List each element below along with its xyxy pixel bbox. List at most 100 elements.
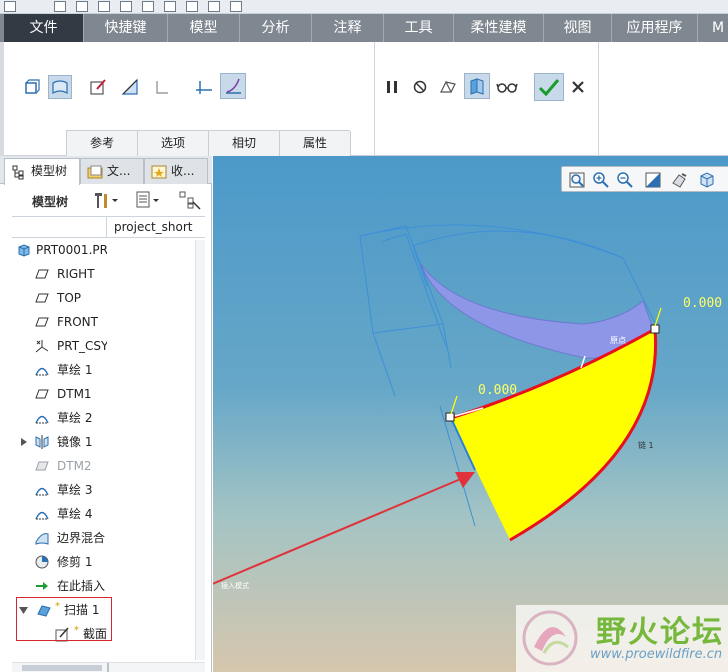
constant-section-icon[interactable] — [192, 75, 216, 99]
open-icon[interactable] — [76, 1, 88, 12]
origin-label: 原点 — [610, 336, 626, 345]
regenerate-icon[interactable] — [164, 1, 176, 12]
close-window-icon[interactable] — [208, 1, 220, 12]
sketch-icon — [35, 487, 49, 496]
tree-item-label: 修剪 1 — [57, 555, 93, 569]
dim-label-right[interactable]: 0.000 — [683, 296, 722, 311]
tree-item-label: DTM2 — [57, 459, 92, 473]
tree-item-mirror-1[interactable]: 镜像 1 — [12, 432, 107, 452]
tree-item-label: PRT_CSYS_DEF — [57, 339, 107, 353]
sweep-section-fill — [451, 329, 656, 540]
tab-tools[interactable]: 工具 — [384, 14, 454, 42]
tab-analysis[interactable]: 分析 — [240, 14, 312, 42]
tree-item-sketch-1[interactable]: 草绘 1 — [12, 360, 107, 380]
tab-view[interactable]: 视图 — [544, 14, 612, 42]
sketch-icon — [35, 367, 49, 376]
ribbon-tab-bar: 文件 快捷键 模型 分析 注释 工具 柔性建模 视图 应用程序 M — [0, 14, 728, 42]
tree-item-top[interactable]: TOP — [12, 288, 107, 308]
watermark-url: www.proewildfire.cn — [590, 647, 723, 662]
no-preview-icon[interactable] — [408, 75, 432, 99]
thicken-icon[interactable] — [150, 75, 174, 99]
new-icon[interactable] — [54, 1, 66, 12]
tab-shortcuts[interactable]: 快捷键 — [84, 14, 168, 42]
tab-model-tree[interactable]: 模型树 — [4, 158, 80, 185]
model-tree-icon — [12, 165, 24, 180]
column-project-short[interactable]: project_short — [114, 220, 193, 234]
tree-item-boundary-blend[interactable]: 边界混合 — [12, 528, 107, 548]
solid-icon[interactable] — [20, 75, 44, 99]
surface-icon[interactable] — [48, 75, 72, 99]
expand-arrow-icon[interactable] — [20, 438, 28, 446]
tree-vertical-scrollbar[interactable] — [195, 240, 205, 660]
tree-item-front[interactable]: FRONT — [12, 312, 107, 332]
tree-item-trim-1[interactable]: 修剪 1 — [12, 552, 107, 572]
tree-item-part[interactable]: PRT0001.PRT — [12, 240, 107, 260]
tree-horizontal-scrollbar[interactable] — [12, 662, 205, 672]
tree-item-csys[interactable]: PRT_CSYS_DEF — [12, 336, 107, 356]
cancel-x-icon[interactable] — [566, 75, 590, 99]
tab-file[interactable]: 文件 — [4, 14, 84, 42]
csys-icon — [35, 340, 49, 353]
subtab-options[interactable]: 选项 — [137, 131, 209, 156]
tree-column-name[interactable] — [12, 217, 107, 237]
tab-model[interactable]: 模型 — [168, 14, 240, 42]
tab-favorites-label: 收... — [171, 164, 195, 178]
verify-mode-icon[interactable] — [464, 73, 490, 99]
tree-item-right[interactable]: RIGHT — [12, 264, 107, 284]
forum-watermark: 野火论坛 www.proewildfire.cn — [516, 605, 728, 672]
graphics-viewport[interactable]: 0.000 0.000 原点 链 1 插入模式 — [213, 156, 728, 672]
tab-favorites[interactable]: 收... — [144, 158, 208, 184]
tab-flexible-modeling[interactable]: 柔性建模 — [454, 14, 544, 42]
highlight-box — [16, 597, 112, 641]
preview-geometry-icon[interactable] — [436, 75, 460, 99]
tree-column-header: project_short — [12, 216, 205, 238]
confirm-check-icon[interactable] — [534, 73, 564, 101]
tab-annotate[interactable]: 注释 — [312, 14, 384, 42]
tree-item-dtm2[interactable]: DTM2 — [12, 456, 107, 476]
tree-item-label: FRONT — [57, 315, 98, 329]
save-icon[interactable] — [98, 1, 110, 12]
sketch-icon — [35, 415, 49, 424]
tree-item-sketch-2[interactable]: 草绘 2 — [12, 408, 107, 428]
tree-item-label: DTM1 — [57, 387, 92, 401]
tab-folder-browser[interactable]: 文... — [80, 158, 144, 184]
tree-item-label: 在此插入 — [57, 579, 106, 593]
tree-item-insert-here[interactable]: 在此插入 — [12, 576, 107, 596]
glasses-icon[interactable] — [495, 75, 519, 99]
windows-icon[interactable] — [186, 1, 198, 12]
watermark-title: 野火论坛 — [596, 615, 724, 650]
app-icon[interactable] — [4, 1, 16, 12]
tree-item-label: 边界混合 — [57, 531, 106, 545]
filter-tree-icon[interactable] — [178, 190, 202, 210]
datum-plane-icon — [35, 461, 49, 471]
dim-label-left[interactable]: 0.000 — [478, 383, 517, 398]
tree-item-label: 草绘 2 — [57, 411, 93, 425]
tree-item-label: 草绘 1 — [57, 363, 93, 377]
navigator-panel: 模型树 文... 收... 模型树 project_short PRT0001.… — [0, 156, 212, 672]
model-tree-title: 模型树 — [32, 195, 69, 209]
variable-section-icon[interactable] — [220, 73, 246, 99]
drag-handle-start[interactable] — [445, 412, 455, 422]
drag-handle-end[interactable] — [650, 324, 660, 334]
more-icon[interactable] — [230, 1, 242, 12]
tree-item-sketch-3[interactable]: 草绘 3 — [12, 480, 107, 500]
tree-item-dtm1[interactable]: DTM1 — [12, 384, 107, 404]
chain-label: 链 1 — [638, 440, 654, 450]
remove-material-icon[interactable] — [118, 75, 142, 99]
tree-item-sketch-4[interactable]: 草绘 4 — [12, 504, 107, 524]
ribbon-left-edge — [0, 42, 4, 156]
scrollbar-thumb[interactable] — [22, 665, 102, 671]
undo-icon[interactable] — [120, 1, 132, 12]
subtab-properties[interactable]: 属性 — [279, 131, 351, 156]
settings-tools-icon[interactable] — [92, 190, 120, 210]
tab-applications[interactable]: 应用程序 — [612, 14, 698, 42]
tab-more[interactable]: M — [698, 14, 728, 42]
boundary-blend-icon — [35, 533, 49, 545]
sketch-edit-icon[interactable] — [86, 75, 110, 99]
show-list-icon[interactable] — [134, 190, 162, 210]
folder-icon — [87, 165, 103, 179]
subtab-references[interactable]: 参考 — [66, 131, 138, 156]
pause-icon[interactable] — [380, 75, 404, 99]
redo-icon[interactable] — [142, 1, 154, 12]
subtab-tangency[interactable]: 相切 — [208, 131, 280, 156]
